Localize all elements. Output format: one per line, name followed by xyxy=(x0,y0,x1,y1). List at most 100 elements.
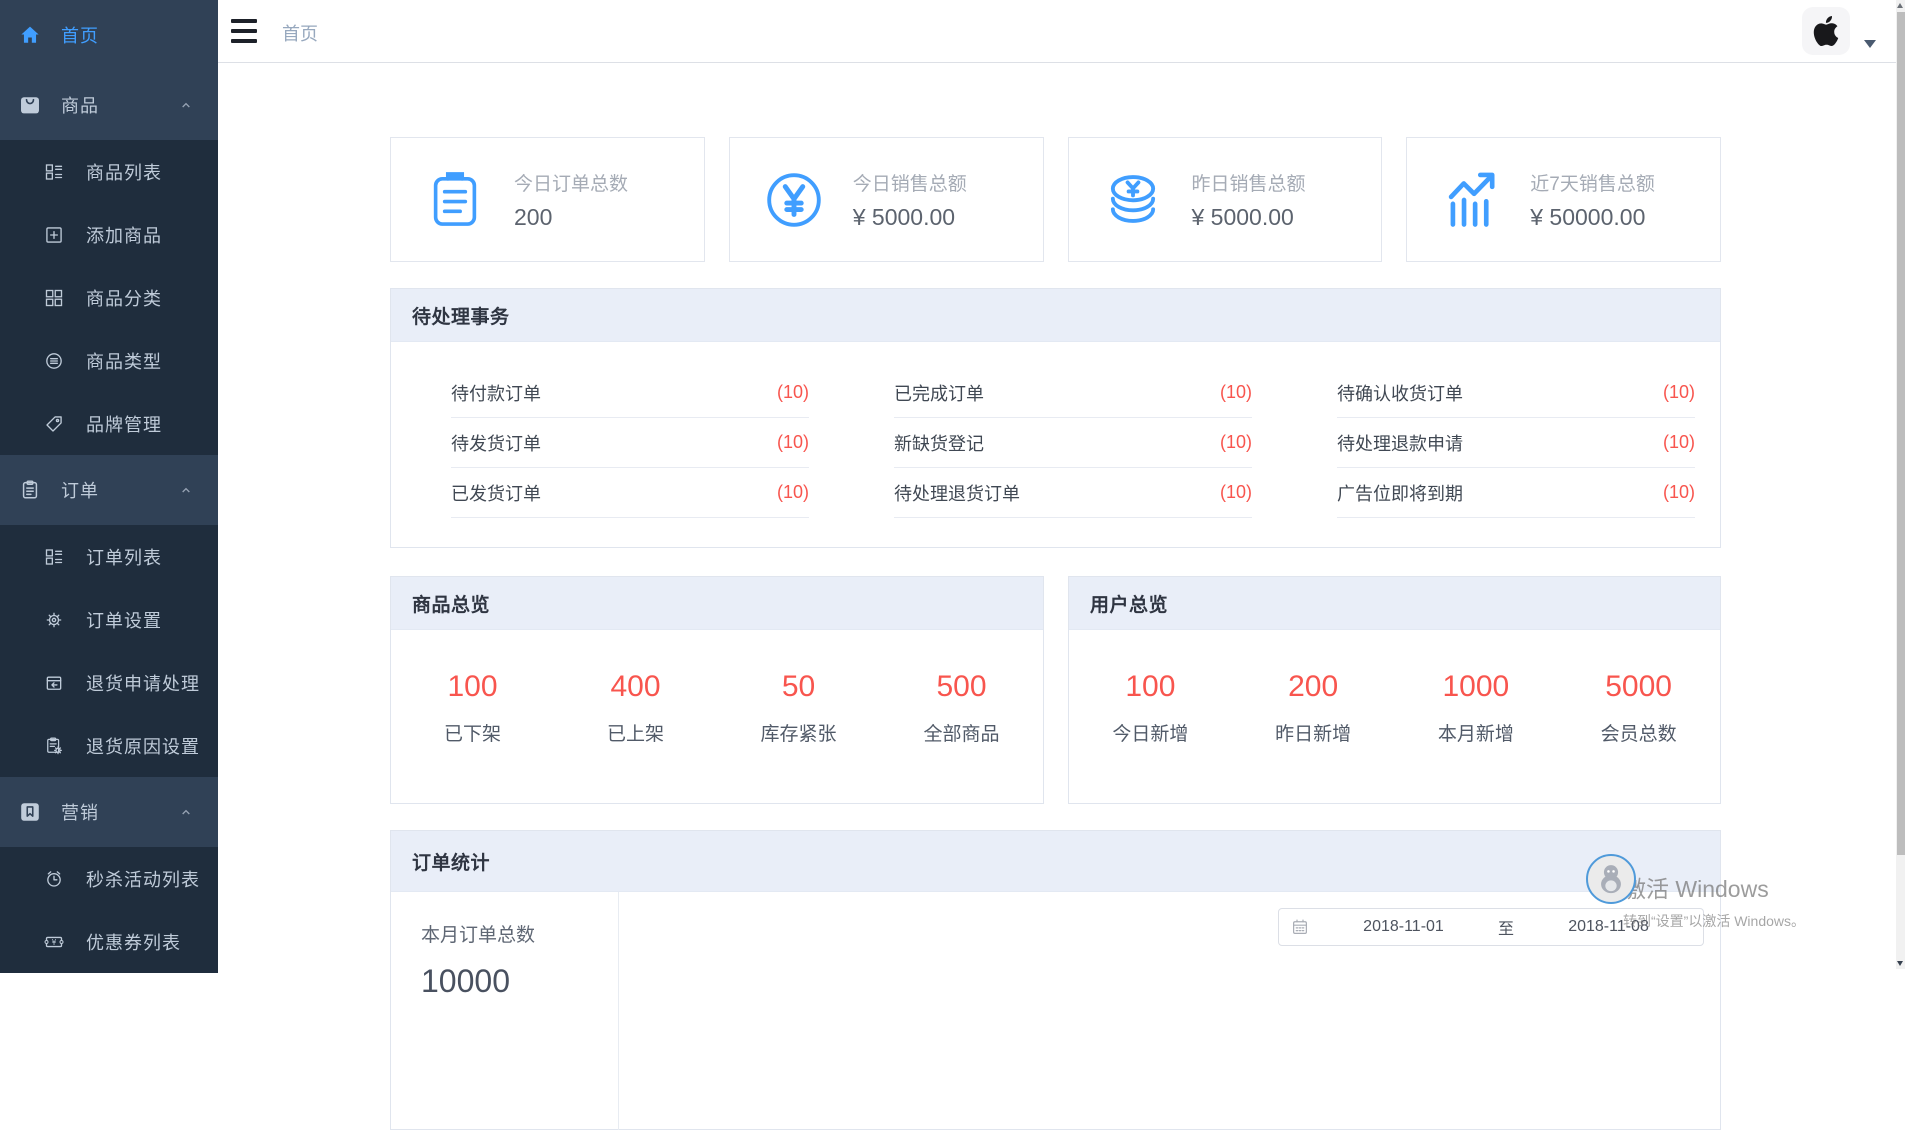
sidebar-item-coupon-list[interactable]: ¥ 优惠券列表 xyxy=(0,910,218,973)
breadcrumb[interactable]: 首页 xyxy=(282,20,318,46)
apple-logo-icon xyxy=(1811,16,1841,46)
todo-label: 已发货订单 xyxy=(451,480,541,506)
user-overview-stats: 100 今日新增 200 昨日新增 1000 本月新增 5000 会员总数 xyxy=(1069,630,1720,746)
qq-messenger-icon[interactable] xyxy=(1586,854,1636,904)
hamburger-menu-icon[interactable] xyxy=(231,19,257,43)
card-value: ¥ 5000.00 xyxy=(853,204,967,231)
stat-label: 会员总数 xyxy=(1557,719,1720,746)
todo-panel: 待处理事务 待付款订单 (10) 已完成订单 (10) 待确认收货订单 (10)… xyxy=(390,288,1721,548)
order-stats-body: 本月订单总数 10000 2018-11-01 至 2018-11-08 xyxy=(391,892,1720,1130)
sidebar-item-label: 商品分类 xyxy=(86,285,162,311)
sidebar-item-return-reason[interactable]: 退货原因设置 xyxy=(0,714,218,777)
sidebar-item-brand[interactable]: 品牌管理 xyxy=(0,392,218,455)
calendar-icon xyxy=(1291,918,1309,936)
todo-item-wait-confirm[interactable]: 待确认收货订单 (10) xyxy=(1337,368,1695,418)
order-stats-panel: 订单统计 本月订单总数 10000 2018-11-01 至 2018-11-0… xyxy=(390,830,1721,1130)
stat-off-shelf[interactable]: 100 已下架 xyxy=(391,670,554,746)
sidebar-section-order[interactable]: 订单 xyxy=(0,455,218,525)
todo-count: (10) xyxy=(1220,432,1252,453)
date-range-picker[interactable]: 2018-11-01 至 2018-11-08 xyxy=(1278,908,1704,946)
order-month-total: 本月订单总数 10000 xyxy=(391,892,619,1130)
sidebar-item-product-add[interactable]: 添加商品 xyxy=(0,203,218,266)
scrollbar-up-arrow-icon[interactable] xyxy=(1897,3,1903,8)
product-overview-panel: 商品总览 100 已下架 400 已上架 50 库存紧张 500 全部商品 xyxy=(390,576,1044,804)
todo-item-ad-expire[interactable]: 广告位即将到期 (10) xyxy=(1337,468,1695,518)
sidebar-item-product-list[interactable]: 商品列表 xyxy=(0,140,218,203)
todo-label: 待处理退款申请 xyxy=(1337,430,1463,456)
sidebar-item-product-type[interactable]: 商品类型 xyxy=(0,329,218,392)
svg-text:¥: ¥ xyxy=(52,937,57,946)
stat-label: 已上架 xyxy=(554,719,717,746)
avatar[interactable] xyxy=(1802,7,1850,55)
todo-item-shipped[interactable]: 已发货订单 (10) xyxy=(451,468,809,518)
stat-all-products[interactable]: 500 全部商品 xyxy=(880,670,1043,746)
todo-count: (10) xyxy=(1220,482,1252,503)
sidebar-item-home[interactable]: 首页 xyxy=(0,0,218,70)
product-overview-stats: 100 已下架 400 已上架 50 库存紧张 500 全部商品 xyxy=(391,630,1043,746)
sidebar-item-return-apply[interactable]: 退货申请处理 xyxy=(0,651,218,714)
user-avatar-menu[interactable] xyxy=(1802,7,1876,55)
panel-title: 商品总览 xyxy=(412,590,490,617)
sidebar-item-label: 秒杀活动列表 xyxy=(86,866,200,892)
stat-new-today[interactable]: 100 今日新增 xyxy=(1069,670,1232,746)
chevron-down-icon[interactable] xyxy=(1864,40,1876,48)
todo-item-wait-ship[interactable]: 待发货订单 (10) xyxy=(451,418,809,468)
todo-item-return-order[interactable]: 待处理退货订单 (10) xyxy=(894,468,1252,518)
trend-chart-icon xyxy=(1440,169,1502,231)
stat-low-stock[interactable]: 50 库存紧张 xyxy=(717,670,880,746)
sidebar-section-product[interactable]: 商品 xyxy=(0,70,218,140)
stat-new-month[interactable]: 1000 本月新增 xyxy=(1395,670,1558,746)
sidebar-item-product-category[interactable]: 商品分类 xyxy=(0,266,218,329)
grid-icon xyxy=(44,288,64,308)
todo-count: (10) xyxy=(1220,382,1252,403)
stat-label: 本月新增 xyxy=(1395,719,1558,746)
stat-on-shelf[interactable]: 400 已上架 xyxy=(554,670,717,746)
panel-title: 待处理事务 xyxy=(412,302,510,329)
sidebar-item-label: 首页 xyxy=(61,22,99,48)
sidebar-item-label: 添加商品 xyxy=(86,222,162,248)
gear-icon xyxy=(44,610,64,630)
card-value: ¥ 5000.00 xyxy=(1192,204,1306,231)
todo-label: 新缺货登记 xyxy=(894,430,984,456)
stat-value: 400 xyxy=(554,670,717,704)
card-week-sales: 近7天销售总额 ¥ 50000.00 xyxy=(1406,137,1721,262)
sidebar-item-order-settings[interactable]: 订单设置 xyxy=(0,588,218,651)
card-label: 昨日销售总额 xyxy=(1192,169,1306,196)
date-end-value[interactable]: 2018-11-08 xyxy=(1514,918,1703,936)
stat-label: 库存紧张 xyxy=(717,719,880,746)
todo-label: 广告位即将到期 xyxy=(1337,480,1463,506)
stat-label: 昨日新增 xyxy=(1232,719,1395,746)
sidebar-item-flash-sale[interactable]: 秒杀活动列表 xyxy=(0,847,218,910)
todo-count: (10) xyxy=(777,432,809,453)
panel-title: 订单统计 xyxy=(412,848,490,875)
stat-new-yesterday[interactable]: 200 昨日新增 xyxy=(1232,670,1395,746)
card-value: 200 xyxy=(514,204,628,231)
todo-label: 待确认收货订单 xyxy=(1337,380,1463,406)
todo-count: (10) xyxy=(777,382,809,403)
scrollbar-thumb[interactable] xyxy=(1897,12,1905,855)
tag-icon xyxy=(44,414,64,434)
sidebar-section-marketing[interactable]: 营销 xyxy=(0,777,218,847)
panel-title: 用户总览 xyxy=(1090,590,1168,617)
sidebar-item-label: 优惠券列表 xyxy=(86,929,181,955)
stat-total-members[interactable]: 5000 会员总数 xyxy=(1557,670,1720,746)
list-icon xyxy=(44,547,64,567)
vertical-scrollbar[interactable] xyxy=(1896,0,1905,969)
user-overview-header: 用户总览 xyxy=(1069,577,1720,630)
card-today-orders: 今日订单总数 200 xyxy=(390,137,705,262)
sidebar-item-order-list[interactable]: 订单列表 xyxy=(0,525,218,588)
todo-item-completed[interactable]: 已完成订单 (10) xyxy=(894,368,1252,418)
coins-icon xyxy=(1102,169,1164,231)
scrollbar-down-arrow-icon[interactable] xyxy=(1897,961,1903,966)
stat-label: 全部商品 xyxy=(880,719,1043,746)
todo-item-stockout[interactable]: 新缺货登记 (10) xyxy=(894,418,1252,468)
stat-label: 已下架 xyxy=(391,719,554,746)
todo-grid: 待付款订单 (10) 已完成订单 (10) 待确认收货订单 (10) 待发货订单… xyxy=(391,342,1720,542)
date-start-value[interactable]: 2018-11-01 xyxy=(1309,918,1498,936)
add-square-icon xyxy=(44,225,64,245)
todo-item-wait-payment[interactable]: 待付款订单 (10) xyxy=(451,368,809,418)
list-icon xyxy=(44,162,64,182)
todo-count: (10) xyxy=(777,482,809,503)
todo-label: 待处理退货订单 xyxy=(894,480,1020,506)
todo-item-refund-apply[interactable]: 待处理退款申请 (10) xyxy=(1337,418,1695,468)
